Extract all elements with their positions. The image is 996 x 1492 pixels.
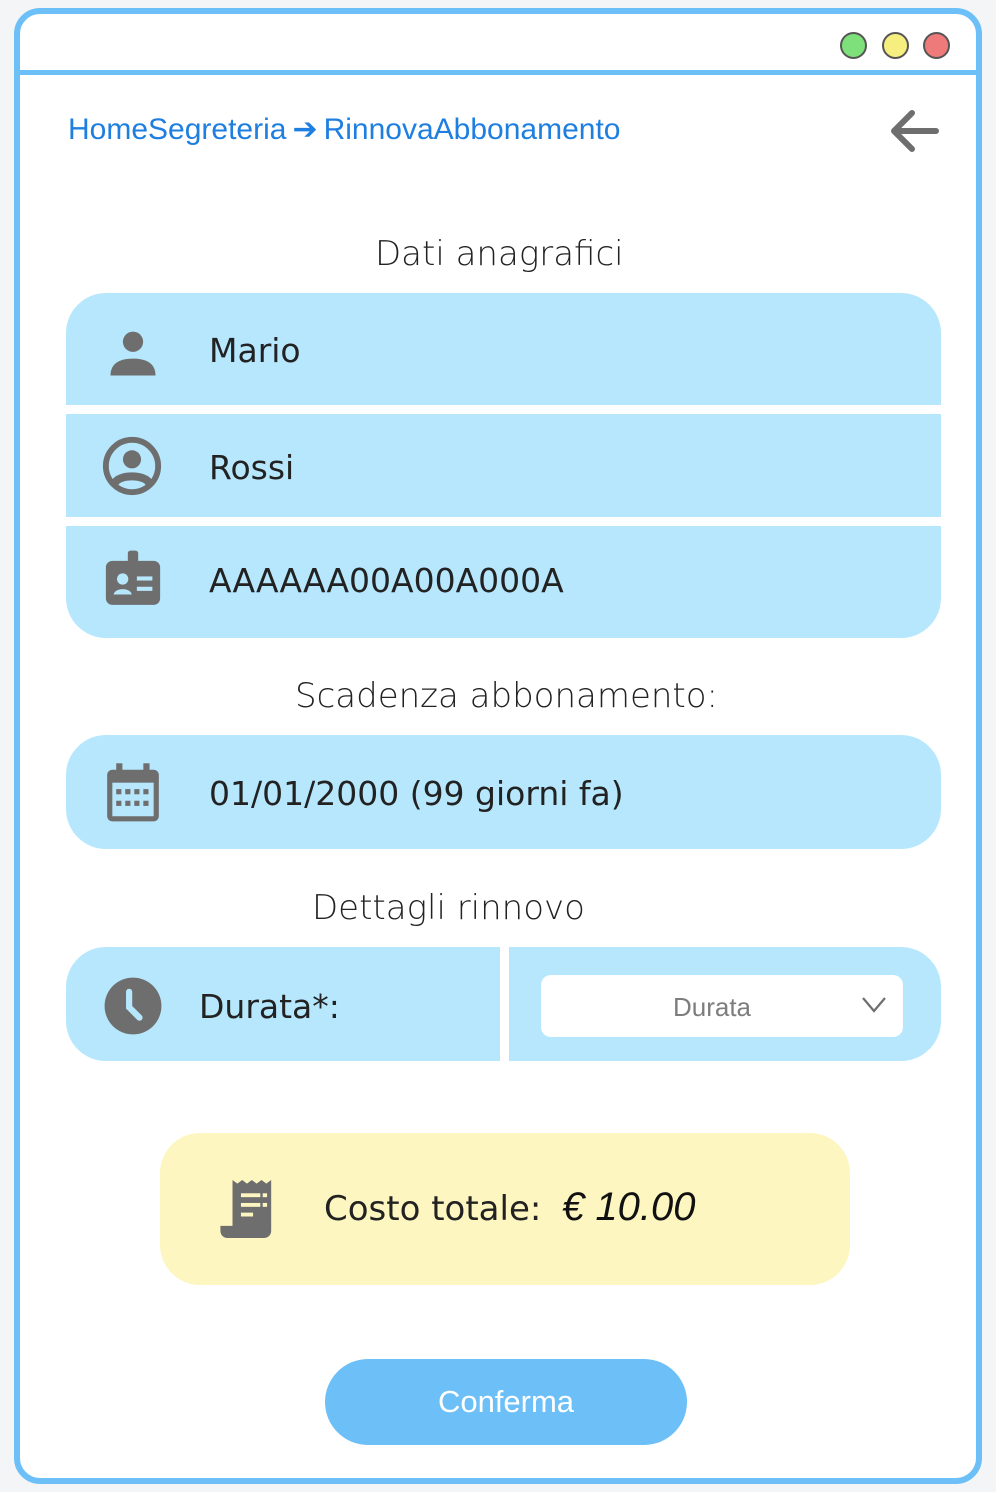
- calendar-icon: [107, 763, 159, 822]
- fiscal-code-field: AAAAAA00A00A000A: [66, 526, 941, 638]
- breadcrumb-separator: ➔: [292, 113, 318, 146]
- arrow-left-icon: [891, 110, 939, 152]
- account-circle-icon: [102, 436, 162, 496]
- breadcrumb-current: RinnovaAbbonamento: [323, 113, 621, 146]
- surname-value: Rossi: [209, 448, 295, 487]
- duration-select[interactable]: Durata: [541, 975, 903, 1037]
- total-cost-label: Costo totale:: [324, 1189, 542, 1229]
- duration-select-value: Durata: [672, 992, 752, 1022]
- name-field: Mario: [66, 293, 941, 405]
- breadcrumb: HomeSegreteria ➔ RinnovaAbbonamento: [68, 112, 620, 147]
- duration-label: Durata*:: [199, 987, 340, 1026]
- app-window: HomeSegreteria ➔ RinnovaAbbonamento Dati a…: [14, 8, 982, 1484]
- back-button[interactable]: [886, 108, 942, 154]
- total-cost-amount: € 10.00: [562, 1185, 696, 1229]
- chevron-down-icon: [862, 997, 886, 1013]
- expiry-value: 01/01/2000 (99 giorni fa): [209, 774, 624, 813]
- close-button[interactable]: [923, 32, 950, 59]
- fiscal-code-value: AAAAAA00A00A000A: [209, 561, 564, 600]
- total-cost-box: Costo totale: € 10.00: [160, 1133, 850, 1285]
- receipt-icon: [220, 1180, 272, 1238]
- badge-icon: [105, 550, 161, 605]
- expiry-field: 01/01/2000 (99 giorni fa): [66, 735, 941, 849]
- confirm-button[interactable]: Conferma: [325, 1359, 687, 1445]
- section-title-scadenza: Scadenza abbonamento:: [295, 676, 719, 716]
- clock-icon: [104, 977, 162, 1035]
- surname-field: Rossi: [66, 414, 941, 517]
- person-icon: [110, 331, 156, 376]
- maximize-button[interactable]: [840, 32, 867, 59]
- breadcrumb-home-link[interactable]: HomeSegreteria: [68, 113, 286, 146]
- name-value: Mario: [209, 331, 301, 370]
- minimize-button[interactable]: [882, 32, 909, 59]
- section-title-anagrafica: Dati anagrafici: [375, 234, 624, 274]
- section-title-rinnovo: Dettagli rinnovo: [312, 888, 585, 928]
- title-bar: [20, 14, 976, 75]
- duration-label-panel: Durata*:: [66, 947, 500, 1061]
